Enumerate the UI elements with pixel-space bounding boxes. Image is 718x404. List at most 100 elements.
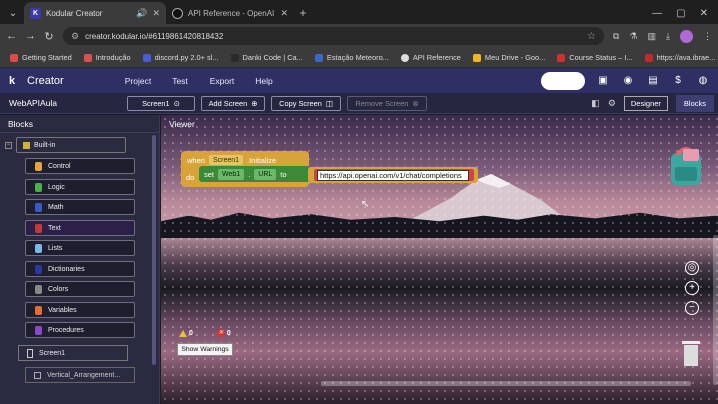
app-header: k Creator Project Test Export Help ▣ ◉ ▤… bbox=[0, 68, 718, 93]
folder-icon[interactable]: ▣ bbox=[596, 75, 610, 86]
tab-kodular-creator[interactable]: K Kodular Creator 🔊 ✕ bbox=[24, 2, 166, 24]
component-screen1[interactable]: Screen1 bbox=[18, 345, 128, 361]
block-category-lists[interactable]: Lists bbox=[25, 240, 135, 256]
component-vertical-arrangement[interactable]: Vertical_Arrangement... bbox=[25, 367, 135, 383]
library-icon[interactable]: ▤ bbox=[646, 75, 660, 86]
bookmark-course-status[interactable]: Course Status – I... bbox=[551, 53, 638, 62]
site-info-icon[interactable]: ⚙ bbox=[71, 31, 79, 42]
menu-help[interactable]: Help bbox=[243, 76, 285, 86]
block-category-variables[interactable]: Variables bbox=[25, 302, 135, 318]
bookmark-meu-drive[interactable]: Meu Drive - Goo... bbox=[467, 53, 551, 62]
recenter-icon[interactable]: ◎ bbox=[685, 261, 699, 275]
flask-icon[interactable]: ⚗ bbox=[629, 31, 637, 42]
block-category-logic[interactable]: Logic bbox=[25, 179, 135, 195]
block-category-text[interactable]: Text bbox=[25, 220, 135, 236]
forward-icon[interactable]: → bbox=[25, 30, 36, 42]
blocks-panel-title: Blocks bbox=[0, 115, 159, 133]
close-tab-icon[interactable]: ✕ bbox=[280, 8, 288, 19]
blocks-panel-scrollbar[interactable] bbox=[152, 135, 156, 365]
zoom-in-icon[interactable]: + bbox=[685, 281, 699, 295]
trash-icon[interactable] bbox=[681, 339, 701, 367]
menu-project[interactable]: Project bbox=[117, 76, 159, 86]
screen-selector[interactable]: Screen1 ⊙ bbox=[127, 95, 195, 111]
bookmark-icon bbox=[557, 53, 566, 62]
set-property-dropdown[interactable]: URL bbox=[254, 168, 277, 180]
kebab-menu-icon[interactable]: ⋮ bbox=[703, 31, 712, 42]
copy-screen-button[interactable]: Copy Screen ◫ bbox=[271, 95, 341, 111]
swatch-icon bbox=[35, 284, 42, 294]
dollar-icon[interactable]: $ bbox=[671, 75, 685, 86]
viewer-horizontal-scrollbar[interactable] bbox=[321, 381, 691, 386]
kodular-logo-icon[interactable]: k bbox=[4, 73, 20, 89]
show-warnings-button[interactable]: Show Warnings bbox=[177, 343, 233, 356]
set-component-dropdown[interactable]: Web1 bbox=[218, 168, 245, 180]
designer-button[interactable]: Designer bbox=[623, 95, 668, 111]
bookmark-danki-code[interactable]: Danki Code | Ca... bbox=[225, 53, 309, 62]
bookmark-icon bbox=[142, 53, 151, 62]
add-screen-button[interactable]: Add Screen ⊕ bbox=[201, 95, 265, 111]
block-category-colors[interactable]: Colors bbox=[25, 281, 135, 297]
header-action-pill[interactable] bbox=[541, 71, 585, 90]
block-category-procedures[interactable]: Procedures bbox=[25, 322, 135, 338]
url-text-field[interactable]: https://api.openai.com/v1/chat/completio… bbox=[317, 170, 469, 181]
plus-icon: ⊕ bbox=[251, 98, 258, 108]
menu-export[interactable]: Export bbox=[201, 76, 243, 86]
event-component-dropdown[interactable]: Screen1 bbox=[208, 155, 244, 165]
viewer-vertical-scrollbar[interactable] bbox=[713, 235, 718, 385]
mouse-cursor-icon: ↖ bbox=[361, 199, 370, 210]
tab-openai-api-reference[interactable]: API Reference - OpenAI API ✕ bbox=[166, 2, 294, 24]
bookmark-icon bbox=[83, 53, 92, 62]
openai-favicon-icon bbox=[172, 7, 183, 19]
address-bar: ← → ↻ ⚙ creator.kodular.io/#611986142081… bbox=[0, 24, 718, 48]
bookmark-icon bbox=[230, 53, 239, 62]
collapse-icon[interactable]: − bbox=[5, 142, 12, 149]
url-input[interactable]: ⚙ creator.kodular.io/#6119861420818432 ☆ bbox=[63, 27, 604, 45]
profile-avatar[interactable] bbox=[680, 29, 693, 43]
do-label: do bbox=[186, 173, 195, 182]
tab-search-icon[interactable]: ⌄ bbox=[2, 2, 24, 24]
swatch-icon bbox=[35, 223, 42, 233]
blocks-viewer[interactable]: Viewer when Screen1 .Initialize do set W… bbox=[161, 115, 718, 404]
screen-icon bbox=[27, 348, 33, 358]
builtin-category[interactable]: Built-in bbox=[16, 137, 126, 153]
errors-counter[interactable]: ✕ 0 bbox=[216, 329, 231, 337]
block-category-control[interactable]: Control bbox=[25, 158, 135, 174]
close-tab-icon[interactable]: ✕ bbox=[152, 8, 160, 19]
bookmark-star-icon[interactable]: ☆ bbox=[587, 31, 596, 42]
block-category-math[interactable]: Math bbox=[25, 199, 135, 215]
set-web-url-block[interactable]: set Web1 . URL to bbox=[199, 166, 311, 182]
remove-screen-button[interactable]: Remove Screen ⊗ bbox=[347, 95, 427, 111]
bookmark-discord[interactable]: discord.py 2.0+ sl... bbox=[137, 53, 225, 62]
warnings-counter[interactable]: 0 bbox=[179, 329, 193, 337]
bookmark-introducao[interactable]: Introdução bbox=[78, 53, 137, 62]
maximize-icon[interactable]: ▢ bbox=[676, 8, 685, 19]
puzzle-icon bbox=[23, 141, 30, 149]
tab-title: API Reference - OpenAI API bbox=[188, 8, 275, 18]
settings-gear-icon[interactable]: ⚙ bbox=[608, 98, 616, 109]
blocks-button[interactable]: Blocks bbox=[675, 94, 714, 112]
backpack-icon[interactable] bbox=[663, 143, 709, 189]
kodular-favicon-icon: K bbox=[30, 7, 41, 19]
extensions-icon[interactable]: ⧉ bbox=[613, 31, 619, 42]
speaker-icon[interactable]: 🔊 bbox=[136, 8, 147, 19]
palette-icon[interactable]: ◉ bbox=[621, 75, 635, 86]
reload-icon[interactable]: ↻ bbox=[44, 30, 54, 43]
bookmark-api-reference[interactable]: API Reference bbox=[395, 53, 467, 62]
screen-toolbar: WebAPIAula Screen1 ⊙ Add Screen ⊕ Copy Scr… bbox=[0, 93, 718, 114]
zoom-out-icon[interactable]: − bbox=[685, 301, 699, 315]
bookmark-estacao[interactable]: Estação Meteoro... bbox=[309, 53, 395, 62]
back-icon[interactable]: ← bbox=[6, 30, 17, 42]
bookmarks-bar: Getting Started Introdução discord.py 2.… bbox=[0, 48, 718, 68]
new-tab-icon[interactable]: + bbox=[294, 2, 312, 24]
close-window-icon[interactable]: ✕ bbox=[700, 8, 708, 19]
bookmark-getting-started[interactable]: Getting Started bbox=[4, 53, 78, 62]
bookmark-icon bbox=[644, 53, 653, 62]
account-icon[interactable]: ◍ bbox=[696, 75, 710, 86]
menu-test[interactable]: Test bbox=[159, 76, 201, 86]
side-panel-icon[interactable]: ▥ bbox=[648, 31, 657, 42]
minimize-icon[interactable]: — bbox=[652, 8, 662, 19]
download-icon[interactable]: ⤓ bbox=[666, 31, 670, 42]
block-category-dictionaries[interactable]: Dictionaries bbox=[25, 261, 135, 277]
bookmark-ava-ibrae[interactable]: https://ava.ibrae... bbox=[639, 53, 718, 62]
screenshot-icon[interactable]: ◧ bbox=[591, 98, 600, 109]
